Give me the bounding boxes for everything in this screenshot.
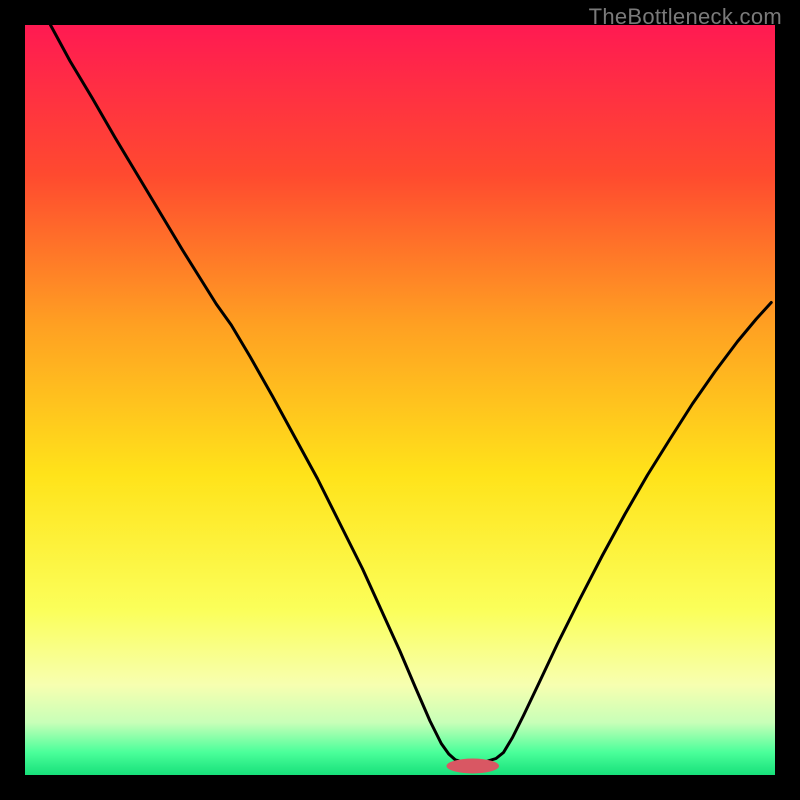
watermark-label: TheBottleneck.com [589,4,782,30]
chart-background [25,25,775,775]
chart-container: TheBottleneck.com [0,0,800,800]
optimum-marker [447,759,500,774]
bottleneck-curve-chart [0,0,800,800]
